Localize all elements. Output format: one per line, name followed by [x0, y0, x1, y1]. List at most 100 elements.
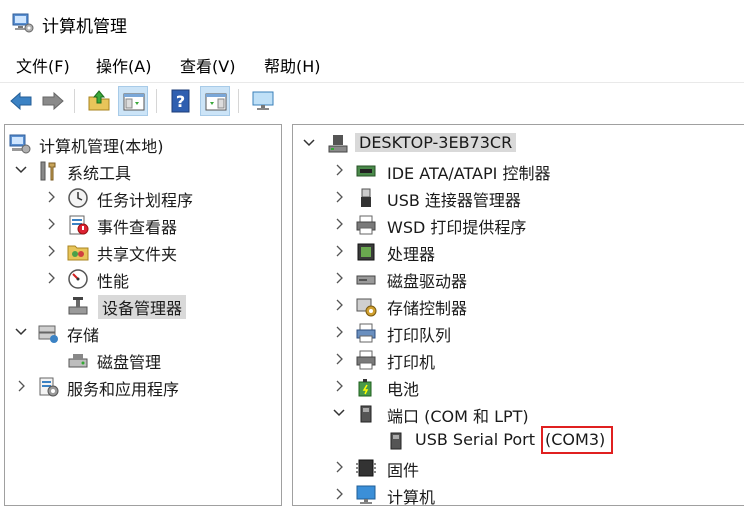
shared-folder-icon	[67, 245, 89, 261]
tree-item-label: 共享文件夹	[97, 245, 178, 264]
port-icon	[360, 405, 372, 423]
device-manager-icon	[68, 297, 88, 315]
device-usb-serial-port[interactable]: USB Serial Port (COM3)	[293, 426, 743, 455]
device-category-label: 端口 (COM 和 LPT)	[387, 407, 529, 426]
up-folder-icon	[88, 90, 110, 111]
menu-file[interactable]: 文件(F)	[16, 53, 70, 77]
device-category-label: 打印机	[387, 353, 436, 372]
tree-root[interactable]: 计算机管理(本地)	[5, 131, 281, 158]
scan-hardware-button[interactable]	[248, 86, 278, 116]
tree-root-label: 计算机管理(本地)	[39, 137, 164, 156]
chevron-right-icon[interactable]	[45, 190, 57, 204]
device-category-label: 处理器	[387, 245, 436, 264]
tree-item-system-tools[interactable]: 系统工具	[5, 158, 281, 185]
monitor-icon	[252, 91, 274, 110]
chevron-right-icon[interactable]	[333, 244, 345, 258]
forward-button[interactable]	[38, 86, 68, 116]
tree-item-shared-folders[interactable]: 共享文件夹	[5, 239, 281, 266]
show-action-pane-icon	[205, 93, 227, 111]
chevron-down-icon[interactable]	[333, 406, 345, 420]
chevron-right-icon[interactable]	[333, 298, 345, 312]
tree-item-performance[interactable]: 性能	[5, 266, 281, 293]
chevron-right-icon[interactable]	[333, 163, 345, 177]
show-hide-action-pane-button[interactable]	[200, 86, 230, 116]
up-one-level-button[interactable]	[84, 86, 114, 116]
window-title: 计算机管理	[42, 17, 127, 37]
device-category-usb-connector[interactable]: USB 连接器管理器	[293, 185, 743, 212]
tree-item-device-manager[interactable]: 设备管理器	[5, 293, 281, 320]
device-category-wsd-print[interactable]: WSD 打印提供程序	[293, 212, 743, 239]
computer-management-icon	[12, 13, 34, 33]
battery-icon	[358, 379, 372, 397]
chevron-right-icon[interactable]	[333, 325, 345, 339]
menu-action[interactable]: 操作(A)	[96, 53, 151, 77]
device-category-print-queues[interactable]: 打印队列	[293, 320, 743, 347]
device-category-label: 磁盘驱动器	[387, 272, 468, 291]
chevron-right-icon[interactable]	[45, 217, 57, 231]
performance-gauge-icon	[68, 269, 88, 289]
device-tree-pane: DESKTOP-3EB73CR IDE ATA/ATAPI 控制器 USB 连接…	[292, 124, 744, 506]
chevron-right-icon[interactable]	[333, 271, 345, 285]
device-category-label: USB 连接器管理器	[387, 191, 521, 210]
device-category-label: 固件	[387, 461, 420, 480]
storage-controller-icon	[356, 298, 377, 317]
back-arrow-icon	[10, 91, 32, 111]
help-icon: ?	[171, 89, 190, 113]
back-button[interactable]	[6, 86, 36, 116]
chevron-down-icon[interactable]	[303, 136, 315, 150]
device-category-label: 存储控制器	[387, 299, 468, 318]
tree-item-label: 设备管理器	[98, 295, 187, 319]
menu-view[interactable]: 查看(V)	[180, 53, 235, 77]
usb-connector-icon	[361, 188, 371, 207]
tree-item-services-and-applications[interactable]: 服务和应用程序	[5, 374, 281, 401]
tree-item-label: 磁盘管理	[97, 353, 162, 372]
tree-item-event-viewer[interactable]: 事件查看器	[5, 212, 281, 239]
device-category-label: WSD 打印提供程序	[387, 218, 527, 237]
menu-help[interactable]: 帮助(H)	[264, 53, 321, 77]
chevron-right-icon[interactable]	[333, 460, 345, 474]
toolbar: ?	[0, 82, 744, 118]
chevron-right-icon[interactable]	[333, 379, 345, 393]
device-category-label: 计算机	[387, 488, 436, 506]
chevron-right-icon[interactable]	[333, 352, 345, 366]
services-icon	[39, 377, 59, 397]
device-category-processor[interactable]: 处理器	[293, 239, 743, 266]
device-category-computer[interactable]: 计算机	[293, 482, 743, 506]
chevron-right-icon[interactable]	[333, 190, 345, 204]
storage-icon	[38, 325, 58, 343]
device-category-ide[interactable]: IDE ATA/ATAPI 控制器	[293, 158, 743, 185]
show-hide-console-tree-button[interactable]	[118, 86, 148, 116]
processor-icon	[357, 243, 375, 261]
device-category-firmware[interactable]: 固件	[293, 455, 743, 482]
device-category-storage-controllers[interactable]: 存储控制器	[293, 293, 743, 320]
chevron-right-icon[interactable]	[45, 271, 57, 285]
com-port-highlight: (COM3)	[541, 426, 613, 454]
help-button[interactable]: ?	[166, 86, 196, 116]
device-category-batteries[interactable]: 电池	[293, 374, 743, 401]
device-tree-root[interactable]: DESKTOP-3EB73CR	[293, 131, 743, 158]
toolbar-separator	[156, 89, 157, 113]
tree-item-storage[interactable]: 存储	[5, 320, 281, 347]
svg-text:?: ?	[176, 92, 185, 111]
device-name-label: USB Serial Port	[415, 430, 536, 449]
toolbar-separator	[238, 89, 239, 113]
chevron-down-icon[interactable]	[15, 325, 27, 339]
forward-arrow-icon	[42, 91, 64, 111]
show-console-tree-icon	[123, 93, 145, 111]
device-category-label: 电池	[387, 380, 420, 399]
chevron-right-icon[interactable]	[15, 379, 27, 393]
tree-item-task-scheduler[interactable]: 任务计划程序	[5, 185, 281, 212]
device-category-disk-drives[interactable]: 磁盘驱动器	[293, 266, 743, 293]
tree-item-label: 任务计划程序	[97, 191, 194, 210]
device-category-label: IDE ATA/ATAPI 控制器	[387, 164, 551, 183]
device-category-ports[interactable]: 端口 (COM 和 LPT)	[293, 401, 743, 428]
chevron-right-icon[interactable]	[333, 217, 345, 231]
chevron-right-icon[interactable]	[45, 244, 57, 258]
tree-item-disk-management[interactable]: 磁盘管理	[5, 347, 281, 374]
device-category-printers[interactable]: 打印机	[293, 347, 743, 374]
computer-management-icon	[9, 134, 31, 154]
chevron-down-icon[interactable]	[15, 163, 27, 177]
clock-icon	[68, 188, 88, 208]
chevron-right-icon[interactable]	[333, 487, 345, 501]
tree-item-label: 服务和应用程序	[67, 380, 180, 399]
